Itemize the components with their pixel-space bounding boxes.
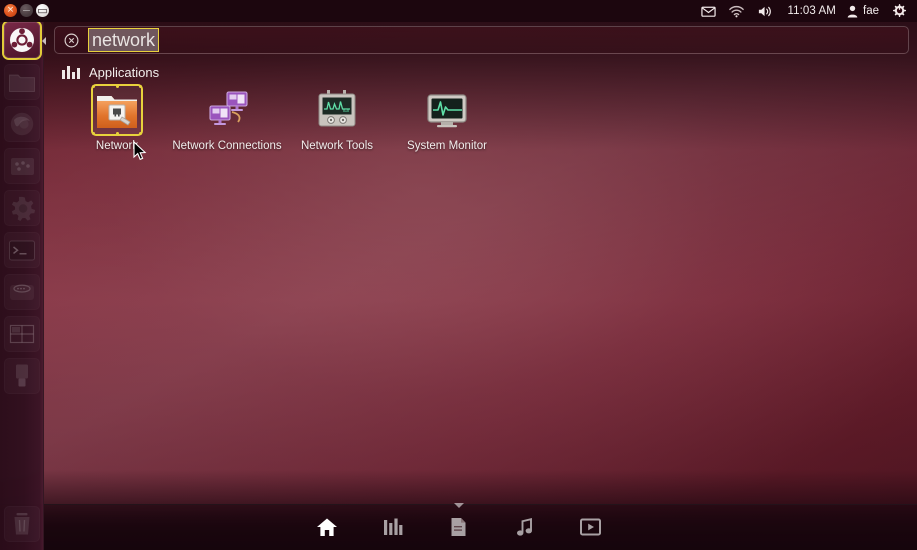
launcher-item-terminal[interactable] — [4, 232, 40, 268]
sound-indicator[interactable] — [751, 0, 780, 22]
terminal-icon — [9, 240, 35, 260]
category-header-applications[interactable]: Applications — [62, 63, 159, 82]
result-icon-box — [203, 86, 251, 134]
messaging-indicator[interactable] — [695, 0, 722, 22]
cloud-icon — [10, 284, 34, 300]
launcher-item-firefox[interactable] — [4, 106, 40, 142]
search-input-wrapper[interactable]: network — [88, 28, 160, 52]
home-icon — [316, 518, 337, 536]
software-center-icon — [10, 157, 34, 175]
launcher-item-workspace-switcher[interactable] — [4, 316, 40, 352]
unity-launcher — [0, 22, 46, 550]
result-label: Network Connections — [172, 140, 282, 152]
gear-icon — [11, 196, 35, 221]
ubuntu-unity-desktop: × − ▭ 11:03 AM fae network Applications … — [0, 0, 917, 550]
selection-corner — [139, 85, 142, 88]
mouse-cursor — [133, 141, 147, 161]
session-user-indicator[interactable]: fae — [843, 0, 885, 22]
video-lens-icon — [580, 518, 601, 536]
dash-lens-bar — [0, 504, 917, 550]
launcher-item-system-settings[interactable] — [4, 190, 40, 226]
maximize-icon: ▭ — [37, 4, 48, 17]
workspace-grid-icon — [9, 324, 35, 344]
close-icon: × — [6, 5, 15, 15]
lens-home[interactable] — [315, 515, 339, 539]
applications-lens-icon — [62, 66, 80, 79]
lens-applications[interactable] — [381, 515, 405, 539]
minimize-icon: − — [21, 4, 32, 17]
firefox-icon — [10, 112, 34, 136]
top-panel: × − ▭ 11:03 AM fae — [0, 0, 917, 22]
system-monitor-icon — [427, 94, 467, 128]
launcher-item-dash-home[interactable] — [4, 22, 40, 58]
launcher-item-ubuntu-one[interactable] — [4, 274, 40, 310]
launcher-active-arrow — [42, 37, 46, 45]
result-icon-box — [423, 86, 471, 134]
ubuntu-logo-icon — [10, 28, 34, 52]
folder-icon — [9, 74, 35, 92]
clock-indicator[interactable]: 11:03 AM — [780, 0, 843, 22]
applications-lens-icon — [383, 518, 402, 535]
search-clear-button[interactable] — [64, 33, 79, 48]
window-maximize-button[interactable]: ▭ — [36, 4, 49, 17]
dash-search-bar[interactable]: network — [54, 26, 909, 54]
network-folder-icon — [97, 96, 137, 128]
clock-label: 11:03 AM — [787, 5, 836, 17]
clear-circle-icon — [64, 33, 79, 47]
panel-indicators: 11:03 AM fae — [695, 0, 913, 22]
result-icon-box — [92, 85, 142, 135]
lens-files[interactable] — [447, 515, 471, 539]
power-gear-icon — [893, 4, 907, 18]
result-item-network-connections[interactable]: Network Connections — [172, 86, 282, 166]
selection-corner — [92, 132, 95, 135]
envelope-icon — [701, 6, 717, 17]
lens-bar-chevron-icon — [453, 503, 464, 508]
user-icon — [847, 5, 858, 17]
window-minimize-button[interactable]: − — [20, 4, 33, 17]
usb-device-icon — [16, 364, 28, 387]
selection-corner — [115, 132, 119, 135]
category-label: Applications — [89, 65, 160, 80]
files-lens-icon — [451, 518, 466, 536]
result-icon-box — [313, 86, 361, 134]
lens-video[interactable] — [579, 515, 603, 539]
unity-dash-overlay — [0, 0, 917, 550]
music-lens-icon — [516, 517, 532, 536]
result-label: Network — [95, 140, 139, 152]
result-label: Network Tools — [300, 140, 373, 152]
launcher-item-files[interactable] — [4, 64, 40, 100]
network-indicator[interactable] — [722, 0, 751, 22]
result-label: System Monitor — [407, 140, 487, 152]
selection-corner — [92, 85, 95, 88]
network-connections-icon — [209, 91, 248, 125]
result-item-system-monitor[interactable]: System Monitor — [392, 86, 502, 166]
system-menu-indicator[interactable] — [885, 0, 913, 22]
launcher-item-removable-device[interactable] — [4, 358, 40, 394]
selection-corner — [115, 85, 119, 88]
selection-corner — [139, 132, 142, 135]
search-input[interactable]: network — [88, 28, 160, 52]
wifi-icon — [729, 5, 745, 17]
result-item-network[interactable]: Network — [62, 85, 172, 166]
window-close-button[interactable]: × — [4, 4, 17, 17]
username-label: fae — [863, 5, 879, 17]
lens-music[interactable] — [513, 515, 537, 539]
result-item-network-tools[interactable]: Network Tools — [282, 86, 392, 166]
volume-icon — [759, 6, 772, 16]
launcher-item-software-center[interactable] — [4, 148, 40, 184]
network-tools-icon — [318, 90, 356, 127]
